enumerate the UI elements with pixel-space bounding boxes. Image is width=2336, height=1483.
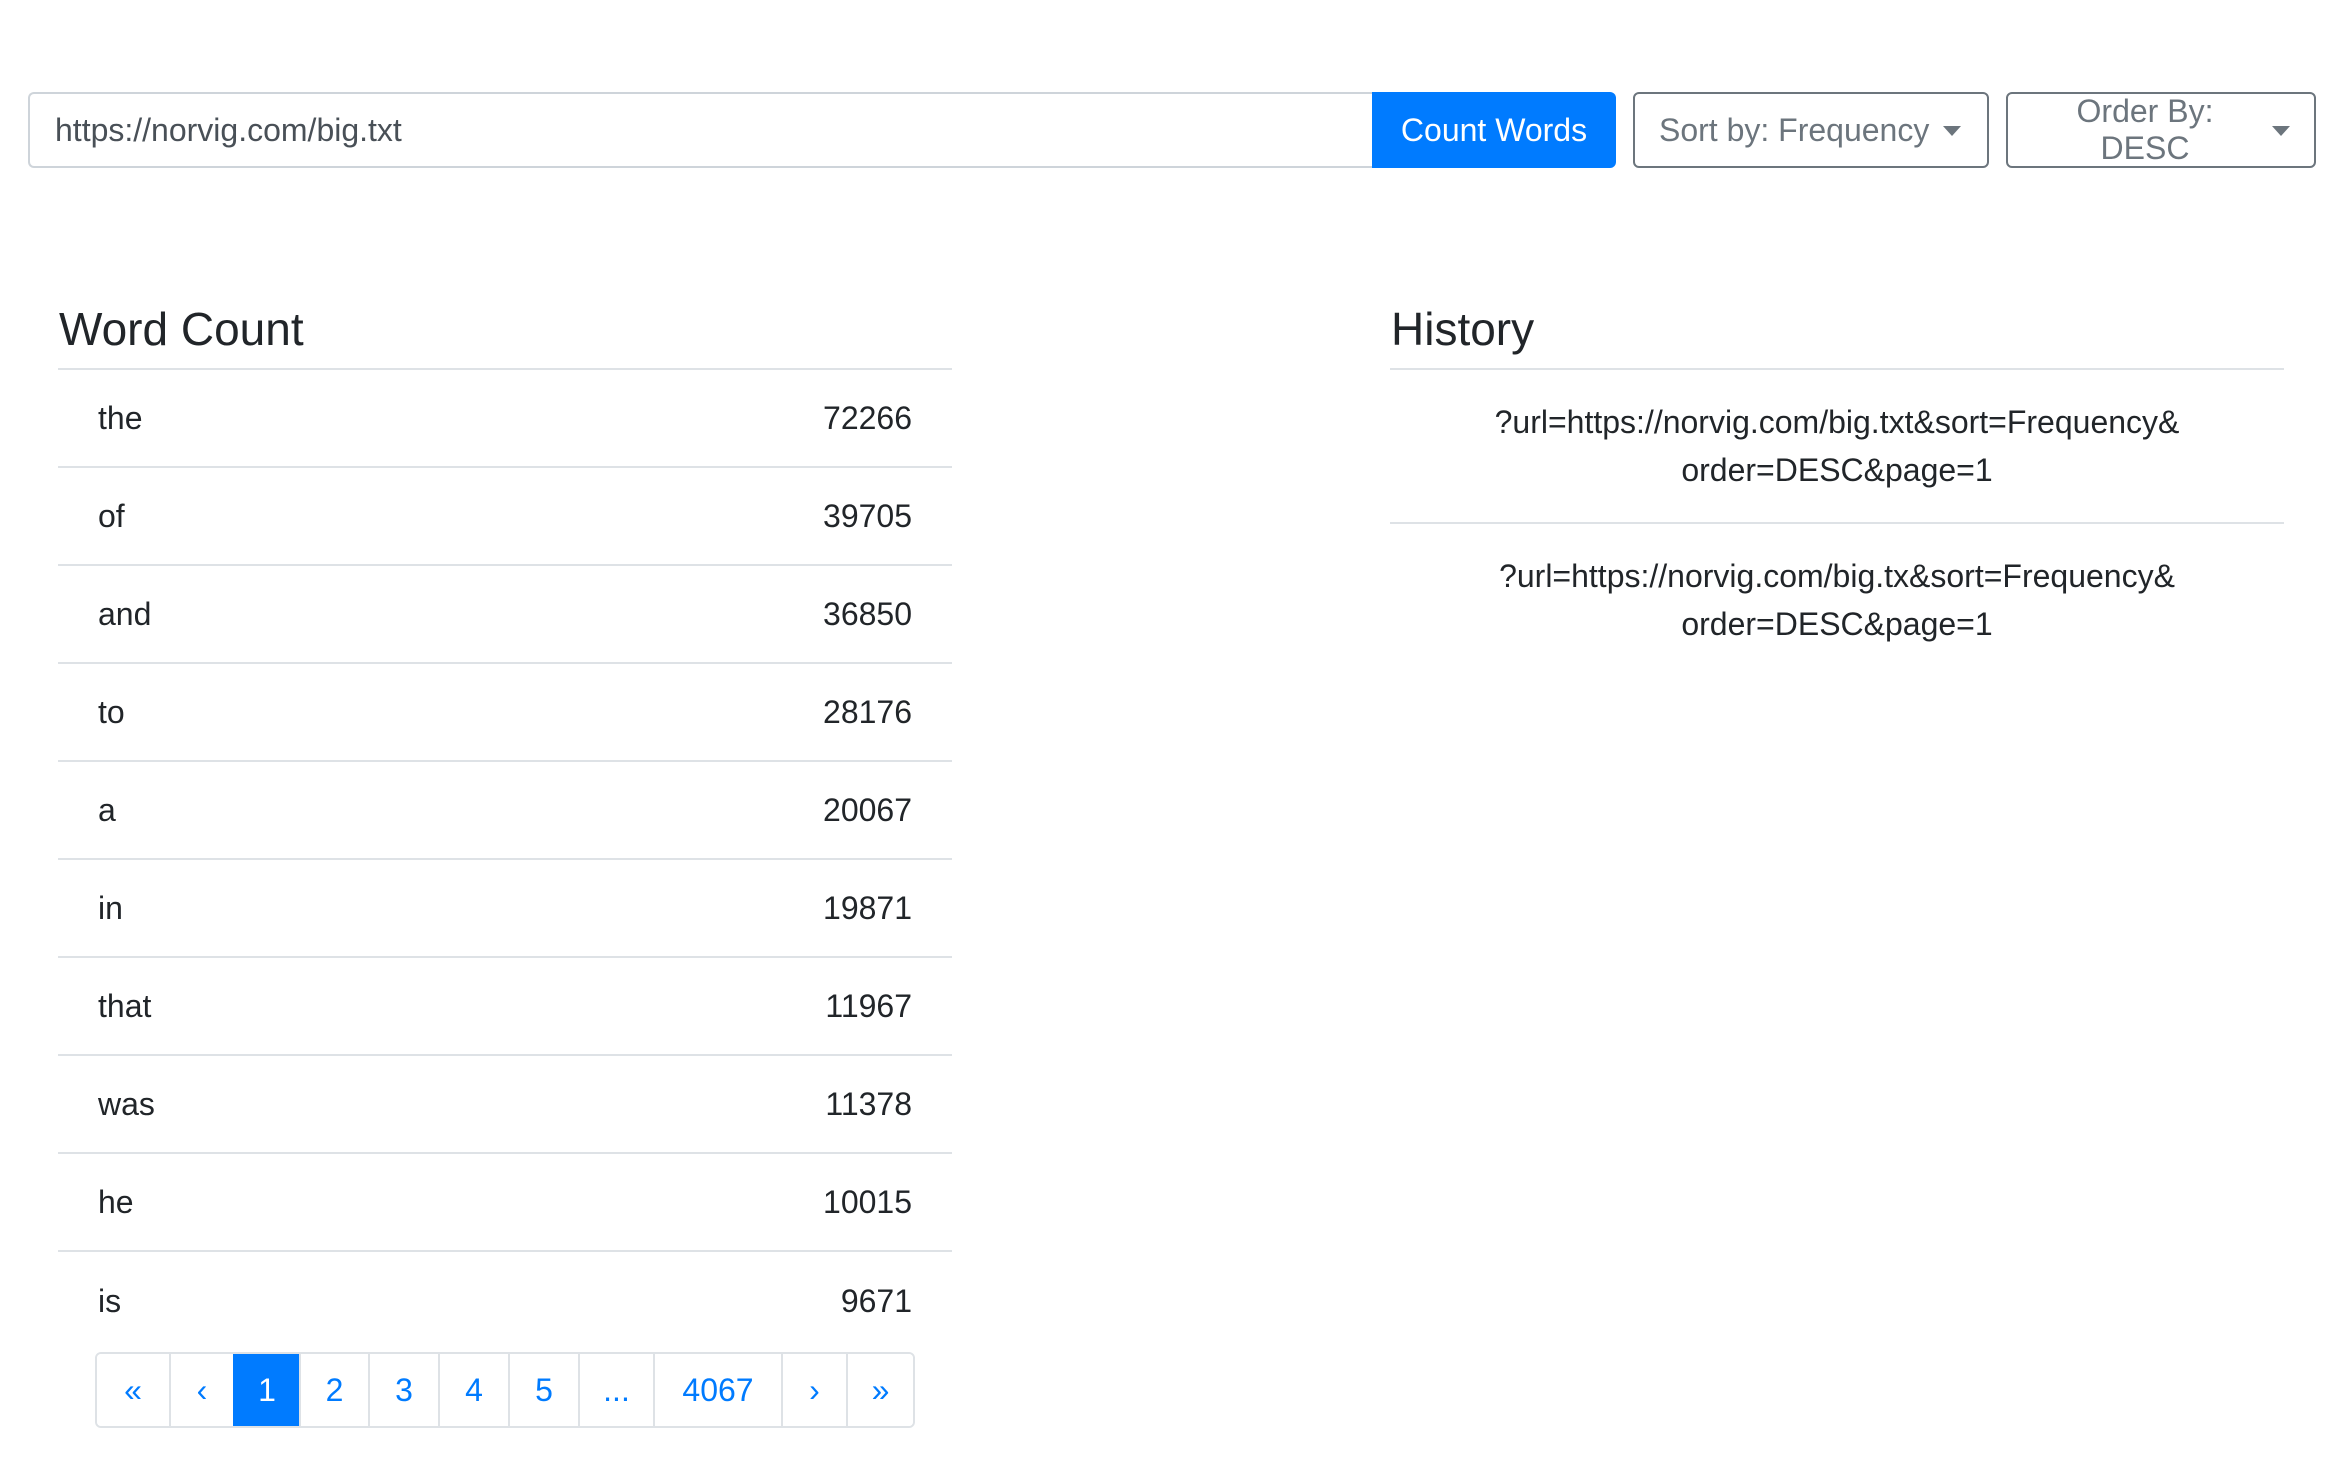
- list-item: the 72266: [58, 370, 952, 468]
- page-last-number-button[interactable]: 4067: [653, 1354, 781, 1426]
- page-4-button[interactable]: 4: [438, 1354, 508, 1426]
- word-label: that: [98, 987, 152, 1024]
- word-label: he: [98, 1183, 134, 1220]
- list-item: and 36850: [58, 566, 952, 664]
- word-count-panel: Word Count the 72266 of 39705 and 36850 …: [58, 290, 952, 1350]
- word-count-value: 10015: [823, 1183, 912, 1220]
- history-item-line2: order=DESC&page=1: [1681, 606, 1993, 642]
- page-ellipsis[interactable]: ...: [578, 1354, 653, 1426]
- word-count-value: 11967: [825, 987, 912, 1024]
- history-title: History: [1391, 303, 1535, 355]
- word-count-list: the 72266 of 39705 and 36850 to 28176 a …: [58, 368, 952, 1350]
- word-label: to: [98, 693, 125, 730]
- page-5-button[interactable]: 5: [508, 1354, 578, 1426]
- page-3-button[interactable]: 3: [368, 1354, 438, 1426]
- word-count-value: 20067: [823, 791, 912, 828]
- word-count-value: 11378: [825, 1085, 912, 1122]
- word-label: the: [98, 399, 143, 436]
- history-list: ?url=https://norvig.com/big.txt&sort=Fre…: [1390, 368, 2284, 676]
- word-count-value: 19871: [823, 889, 912, 926]
- history-item-line1: ?url=https://norvig.com/big.tx&sort=Freq…: [1499, 558, 2175, 594]
- caret-down-icon: [1943, 126, 1962, 136]
- word-count-value: 36850: [823, 595, 912, 632]
- word-label: was: [98, 1085, 155, 1122]
- list-item: was 11378: [58, 1056, 952, 1154]
- word-count-title: Word Count: [59, 303, 304, 355]
- list-item: to 28176: [58, 664, 952, 762]
- word-count-value: 72266: [823, 399, 912, 436]
- history-item-line1: ?url=https://norvig.com/big.txt&sort=Fre…: [1494, 404, 2180, 440]
- page: Count Words Sort by: Frequency Order By:…: [0, 0, 2336, 1483]
- page-prev-button[interactable]: ‹: [169, 1354, 233, 1426]
- page-first-button[interactable]: «: [97, 1354, 169, 1426]
- list-item: a 20067: [58, 762, 952, 860]
- history-item[interactable]: ?url=https://norvig.com/big.txt&sort=Fre…: [1390, 370, 2284, 524]
- word-label: is: [98, 1282, 122, 1319]
- word-label: a: [98, 791, 116, 828]
- list-item: he 10015: [58, 1154, 952, 1252]
- page-last-button[interactable]: »: [846, 1354, 913, 1426]
- count-words-button[interactable]: Count Words: [1372, 92, 1616, 168]
- word-label: in: [98, 889, 123, 926]
- word-label: and: [98, 595, 152, 632]
- list-item: of 39705: [58, 468, 952, 566]
- word-count-value: 9671: [840, 1282, 912, 1319]
- page-2-button[interactable]: 2: [299, 1354, 368, 1426]
- page-1-button[interactable]: 1: [233, 1354, 299, 1426]
- word-count-value: 28176: [823, 693, 912, 730]
- caret-down-icon: [2272, 126, 2290, 136]
- url-input[interactable]: [28, 92, 1372, 168]
- sort-by-dropdown[interactable]: Sort by: Frequency: [1633, 92, 1989, 168]
- pagination: « ‹ 1 2 3 4 5 ... 4067 › »: [95, 1352, 915, 1428]
- sort-by-label: Sort by: Frequency: [1659, 111, 1930, 148]
- page-next-button[interactable]: ›: [781, 1354, 846, 1426]
- history-item[interactable]: ?url=https://norvig.com/big.tx&sort=Freq…: [1390, 524, 2284, 676]
- history-item-line2: order=DESC&page=1: [1681, 452, 1993, 488]
- list-item: that 11967: [58, 958, 952, 1056]
- list-item: in 19871: [58, 860, 952, 958]
- word-count-value: 39705: [823, 497, 912, 534]
- toolbar: Count Words Sort by: Frequency Order By:…: [28, 92, 2316, 168]
- list-item: is 9671: [58, 1252, 952, 1350]
- word-label: of: [98, 497, 125, 534]
- history-panel: History ?url=https://norvig.com/big.txt&…: [1390, 290, 2284, 676]
- order-by-dropdown[interactable]: Order By: DESC: [2006, 92, 2316, 168]
- order-by-label: Order By: DESC: [2076, 93, 2214, 166]
